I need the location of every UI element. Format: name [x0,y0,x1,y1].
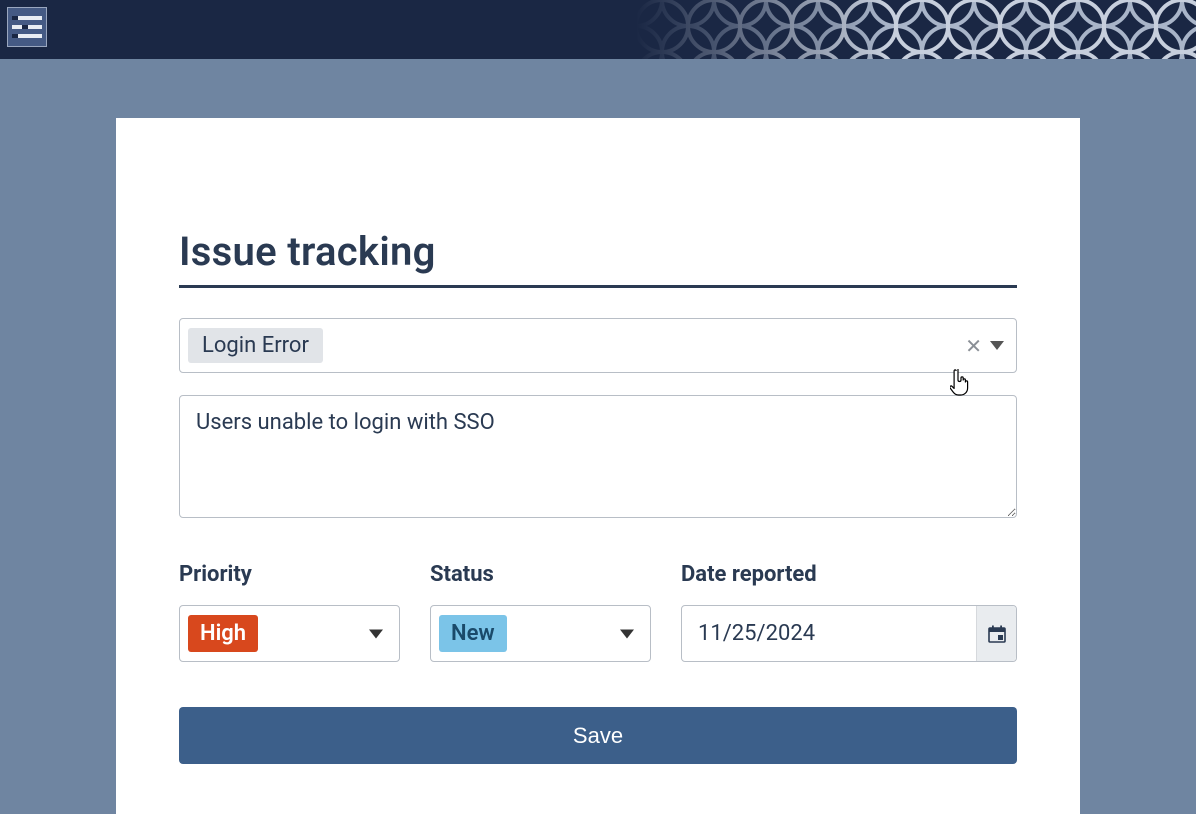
priority-badge: High [188,615,258,652]
calendar-icon [987,624,1007,644]
status-field: Status New [430,562,651,662]
priority-select[interactable]: High [179,605,400,662]
page-title: Issue tracking [179,228,1017,288]
date-input-wrapper[interactable] [681,605,1017,662]
save-button[interactable]: Save [179,707,1017,764]
date-picker-button[interactable] [976,606,1016,661]
menu-button[interactable] [7,7,47,47]
status-label: Status [430,562,651,587]
fields-row: Priority High Status New Date reported [179,562,1017,662]
priority-label: Priority [179,562,400,587]
form-card: Issue tracking Login Error ✕ Priority Hi… [116,118,1080,814]
description-textarea[interactable] [179,395,1017,518]
priority-field: Priority High [179,562,400,662]
clear-icon[interactable]: ✕ [965,334,982,358]
chevron-down-icon[interactable] [620,629,634,638]
category-chip[interactable]: Login Error [188,328,323,363]
date-label: Date reported [681,562,1017,587]
status-select[interactable]: New [430,605,651,662]
chevron-down-icon[interactable] [369,629,383,638]
date-field: Date reported [681,562,1017,662]
date-input[interactable] [690,621,976,646]
chevron-down-icon[interactable] [990,341,1004,350]
status-badge: New [439,615,507,652]
topbar [0,0,1196,59]
category-combobox[interactable]: Login Error ✕ [179,318,1017,373]
header-pattern [636,0,1196,59]
menu-icon [12,14,42,40]
